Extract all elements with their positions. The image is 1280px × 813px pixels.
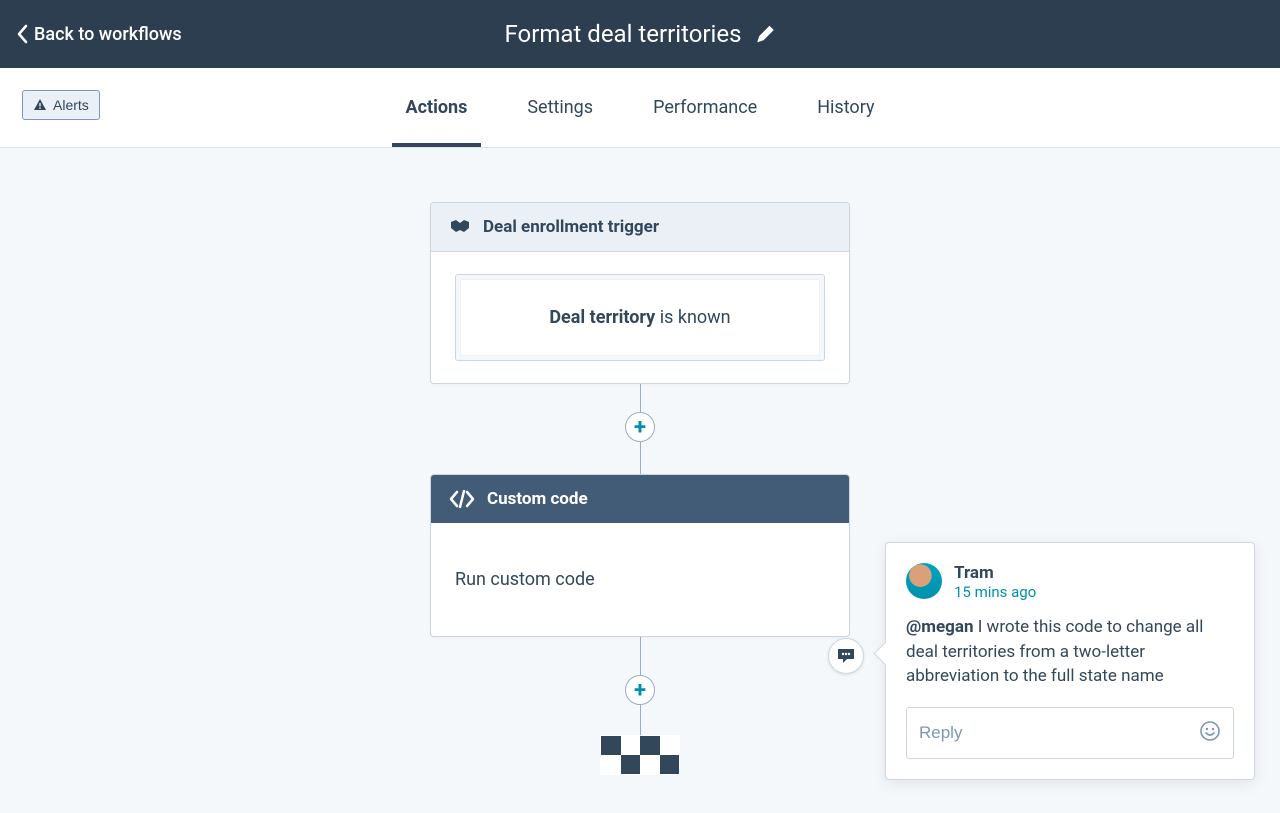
reply-box[interactable] [906,707,1234,759]
comment-header: Tram 15 mins ago [906,563,1234,601]
action-body: Run custom code [431,523,849,636]
comment-mention[interactable]: @megan [906,617,974,637]
comment-timestamp: 15 mins ago [954,583,1036,601]
add-step-button[interactable]: + [625,412,655,442]
flow-edge [640,384,641,412]
comment-panel: Tram 15 mins ago @megan I wrote this cod… [885,542,1255,780]
handshake-icon [449,218,471,236]
comment-author: Tram [954,563,1036,583]
page-title: Format deal territories [505,20,742,48]
trigger-condition-rest: is known [655,307,730,328]
trigger-card[interactable]: Deal enrollment trigger Deal territory i… [430,202,850,384]
avatar [906,563,942,599]
page-title-wrap: Format deal territories [505,20,776,48]
action-card-header: Custom code [431,475,849,523]
workflow-canvas[interactable]: Deal enrollment trigger Deal territory i… [0,148,1280,813]
back-to-workflows-link[interactable]: Back to workflows [16,24,182,45]
add-step-button[interactable]: + [625,675,655,705]
comment-indicator-button[interactable] [828,638,864,674]
comment-body: @megan I wrote this code to change all d… [906,615,1234,689]
edit-title-button[interactable] [755,24,775,44]
alert-icon [33,98,47,112]
trigger-card-header: Deal enrollment trigger [431,203,849,252]
chat-icon [836,647,856,665]
top-bar: Back to workflows Format deal territorie… [0,0,1280,68]
code-icon [449,490,475,508]
back-label: Back to workflows [34,24,182,45]
tab-performance[interactable]: Performance [649,68,761,147]
alerts-label: Alerts [53,97,89,113]
tab-settings[interactable]: Settings [523,68,597,147]
emoji-picker-button[interactable] [1199,720,1221,746]
tab-label: Performance [653,97,757,118]
flow-column: Deal enrollment trigger Deal territory i… [430,202,850,775]
tab-actions[interactable]: Actions [402,68,472,147]
trigger-title: Deal enrollment trigger [483,217,659,237]
flow-edge [640,442,641,474]
action-card-custom-code[interactable]: Custom code Run custom code [430,474,850,637]
finish-flag-icon [600,735,680,775]
tab-label: History [817,97,874,118]
trigger-condition-field: Deal territory [549,307,655,328]
tab-label: Actions [406,97,468,118]
chevron-left-icon [16,24,28,44]
reply-input[interactable] [919,723,1199,743]
tab-label: Settings [527,97,593,118]
toolbar: Alerts Actions Settings Performance Hist… [0,68,1280,148]
flow-edge [640,705,641,735]
flow-edge [640,637,641,675]
tab-history[interactable]: History [813,68,878,147]
action-title: Custom code [487,489,588,509]
trigger-card-body: Deal territory is known [431,252,849,383]
trigger-condition[interactable]: Deal territory is known [455,274,825,361]
tabs: Actions Settings Performance History [402,68,879,147]
alerts-button[interactable]: Alerts [22,90,100,120]
